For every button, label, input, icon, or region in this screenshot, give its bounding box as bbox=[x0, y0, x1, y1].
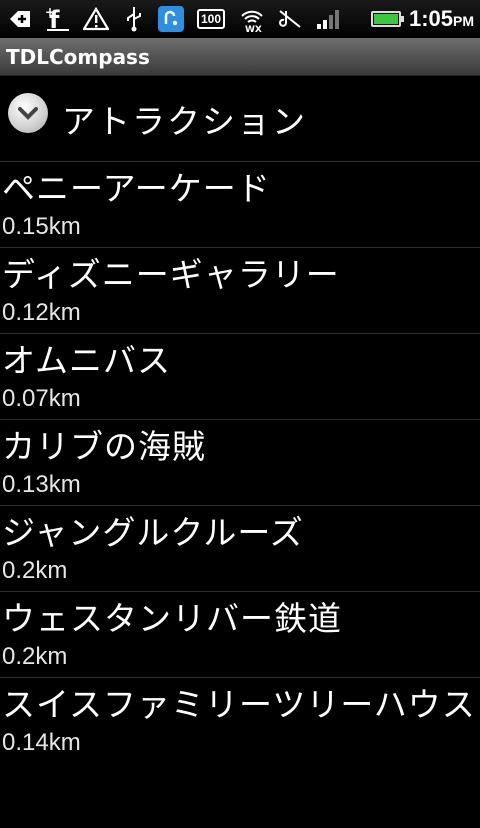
group-header[interactable]: アトラクション bbox=[0, 76, 480, 162]
attraction-name: オムニバス bbox=[2, 341, 172, 380]
list-item[interactable]: カリブの海賊 0.13km bbox=[0, 420, 480, 506]
attraction-distance: 0.13km bbox=[2, 471, 81, 498]
attraction-distance: 0.2km bbox=[2, 557, 68, 584]
battery-icon bbox=[370, 11, 404, 27]
svg-text:+: + bbox=[45, 6, 55, 19]
clock: 1:05PM bbox=[409, 6, 474, 32]
app-icon bbox=[158, 6, 184, 32]
battery-100-icon: 100 bbox=[194, 5, 228, 33]
facebook-icon: f + bbox=[44, 5, 72, 33]
warning-icon bbox=[82, 5, 110, 33]
attraction-distance: 0.14km bbox=[2, 729, 81, 756]
list-item[interactable]: ディズニーギャラリー 0.12km bbox=[0, 248, 480, 334]
attraction-list: ペニーアーケード 0.15km ディズニーギャラリー 0.12km オムニバス 0.07k… bbox=[0, 162, 480, 828]
attraction-name: ディズニーギャラリー bbox=[2, 255, 340, 294]
signal-icon bbox=[314, 5, 342, 33]
attraction-name: スイスファミリーツリーハウス bbox=[2, 685, 476, 724]
status-bar: f + 100 WX 1:05PM bbox=[0, 0, 480, 38]
group-title: アトラクション bbox=[62, 101, 307, 141]
expand-collapse-button[interactable] bbox=[8, 92, 48, 133]
usb-icon bbox=[120, 5, 148, 33]
attraction-distance: 0.12km bbox=[2, 299, 81, 326]
list-item[interactable]: ジャングルクルーズ 0.2km bbox=[0, 506, 480, 592]
list-item[interactable]: オムニバス 0.07km bbox=[0, 334, 480, 420]
attraction-distance: 0.15km bbox=[2, 213, 81, 240]
battery-level-fill bbox=[373, 14, 398, 24]
app-title: TDLCompass bbox=[6, 44, 150, 69]
battery-100-label: 100 bbox=[196, 9, 226, 29]
list-item[interactable]: ウェスタンリバー鉄道 0.2km bbox=[0, 592, 480, 678]
list-item[interactable]: スイスファミリーツリーハウス 0.14km bbox=[0, 678, 480, 828]
svg-text:WX: WX bbox=[245, 25, 262, 32]
attraction-distance: 0.07km bbox=[2, 385, 81, 412]
back-icon bbox=[6, 5, 34, 33]
mute-icon bbox=[276, 5, 304, 33]
attraction-distance: 0.2km bbox=[2, 643, 68, 670]
chevron-down-icon bbox=[18, 106, 38, 120]
clock-time: 1:05 bbox=[408, 6, 453, 31]
attraction-name: ジャングルクルーズ bbox=[2, 513, 304, 552]
clock-ampm: PM bbox=[453, 13, 474, 29]
attraction-name: ウェスタンリバー鉄道 bbox=[2, 599, 342, 638]
attraction-name: ペニーアーケード bbox=[2, 169, 271, 208]
attraction-name: カリブの海賊 bbox=[2, 427, 206, 466]
list-item[interactable]: ペニーアーケード 0.15km bbox=[0, 162, 480, 248]
wifi-icon: WX bbox=[238, 5, 266, 33]
app-title-bar: TDLCompass bbox=[0, 38, 480, 76]
